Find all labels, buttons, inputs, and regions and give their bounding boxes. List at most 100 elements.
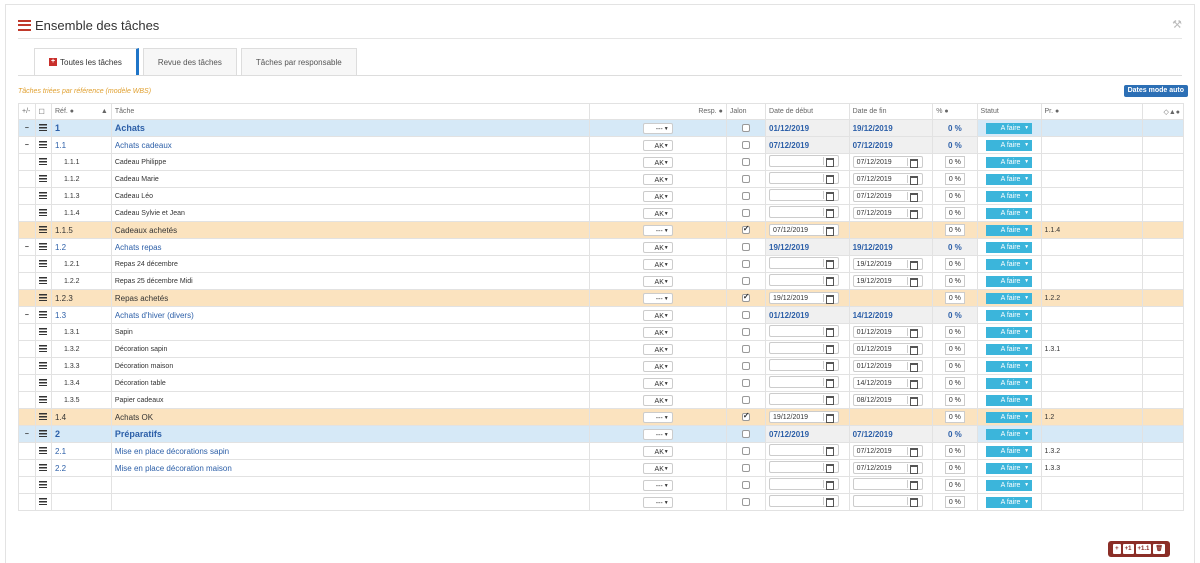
row-details-cell[interactable] <box>34 476 52 494</box>
table-row[interactable]: 1.1.1Cadeau Philippe AK 07/12/2019 0 % A fai… <box>18 153 1185 171</box>
collapse-toggle[interactable] <box>18 323 36 341</box>
status-select[interactable]: A faire <box>986 258 1033 270</box>
table-row[interactable]: −2Préparatifs --- 07/12/2019 07/12/2019 0 % A… <box>18 425 1185 443</box>
row-details-cell[interactable] <box>34 136 52 154</box>
status-select[interactable]: A faire <box>986 496 1033 508</box>
pct-input[interactable]: 0 % <box>944 462 965 474</box>
row-details-icon[interactable] <box>39 225 48 233</box>
resp-select[interactable]: --- <box>642 479 673 492</box>
pct-input[interactable]: 0 % <box>944 411 965 423</box>
resp-select[interactable]: AK <box>642 258 673 271</box>
collapse-toggle[interactable] <box>18 187 36 205</box>
milestone-checkbox[interactable] <box>741 379 750 387</box>
task-name-cell[interactable]: Préparatifs <box>110 425 590 443</box>
col-toggle[interactable]: +/- <box>18 103 36 120</box>
start-date-input[interactable] <box>769 444 840 456</box>
resp-select[interactable]: --- <box>642 122 673 135</box>
end-date-input[interactable]: 08/12/2019 <box>852 394 923 406</box>
row-details-cell[interactable] <box>34 357 52 375</box>
row-details-cell[interactable] <box>34 153 52 171</box>
start-date-input[interactable] <box>769 359 840 371</box>
resp-select[interactable]: AK <box>642 394 673 407</box>
pred-cell[interactable] <box>1040 425 1143 443</box>
collapse-toggle[interactable] <box>18 289 36 307</box>
row-details-icon[interactable] <box>39 191 48 199</box>
row-details-cell[interactable] <box>34 221 52 239</box>
tab-all-tasks[interactable]: + Toutes les tâches <box>34 48 139 75</box>
milestone-checkbox[interactable] <box>741 260 750 268</box>
status-select[interactable]: A faire <box>986 224 1033 236</box>
row-details-icon[interactable] <box>39 242 48 250</box>
pct-input[interactable]: 0 % <box>944 173 965 185</box>
status-select[interactable]: A faire <box>986 360 1033 372</box>
status-select[interactable]: A faire <box>986 326 1033 338</box>
table-row[interactable]: 1.2.3Repas achetés --- 19/12/2019 0 % A fair… <box>18 289 1185 307</box>
start-date-input[interactable]: 07/12/2019 <box>769 224 840 236</box>
task-name-cell[interactable]: Décoration table <box>110 374 590 392</box>
pred-cell[interactable] <box>1040 374 1143 392</box>
collapse-toggle[interactable]: − <box>18 136 36 154</box>
resp-select[interactable]: --- <box>642 428 673 441</box>
row-details-icon[interactable] <box>39 344 48 352</box>
collapse-toggle[interactable] <box>18 357 36 375</box>
col-milestone[interactable]: Jalon <box>725 103 767 120</box>
row-details-icon[interactable] <box>39 293 48 301</box>
resp-select[interactable]: AK <box>642 190 673 203</box>
row-details-icon[interactable] <box>39 463 48 471</box>
end-date-input[interactable]: 01/12/2019 <box>852 326 923 338</box>
milestone-checkbox[interactable] <box>741 396 750 404</box>
start-date-input[interactable] <box>769 257 840 269</box>
pred-cell[interactable]: 1.2.2 <box>1040 289 1143 307</box>
table-row[interactable]: 1.3.5Papier cadeaux AK 08/12/2019 0 % A fair… <box>18 391 1185 409</box>
pred-cell[interactable]: 1.3.3 <box>1040 459 1143 477</box>
table-row[interactable]: 1.1.4Cadeau Sylvie et Jean AK 07/12/2019 0 … <box>18 204 1185 222</box>
pct-input[interactable]: 0 % <box>944 292 965 304</box>
pred-cell[interactable]: 1.2 <box>1040 408 1143 426</box>
end-date-input[interactable]: 19/12/2019 <box>852 275 923 287</box>
row-details-cell[interactable] <box>34 187 52 205</box>
task-name-cell[interactable]: Cadeaux achetés <box>110 221 590 239</box>
status-select[interactable]: A faire <box>986 479 1033 491</box>
collapse-toggle[interactable]: − <box>18 306 36 324</box>
task-name-cell[interactable]: Cadeau Philippe <box>110 153 590 171</box>
pred-cell[interactable] <box>1040 187 1143 205</box>
resp-select[interactable]: AK <box>642 343 673 356</box>
pred-cell[interactable] <box>1040 476 1143 494</box>
start-date-input[interactable] <box>769 274 840 286</box>
col-end[interactable]: Date de fin <box>848 103 934 120</box>
collapse-toggle[interactable] <box>18 153 36 171</box>
pct-input[interactable]: 0 % <box>944 224 965 236</box>
resp-select[interactable]: AK <box>642 445 673 458</box>
pred-cell[interactable] <box>1040 153 1143 171</box>
task-name-cell[interactable]: Repas achetés <box>110 289 590 307</box>
pred-cell[interactable] <box>1040 170 1143 188</box>
col-resp[interactable]: Resp. ● <box>588 103 727 120</box>
pct-input[interactable]: 0 % <box>944 258 965 270</box>
start-date-input[interactable] <box>769 325 840 337</box>
end-date-input[interactable]: 07/12/2019 <box>852 445 923 457</box>
table-row[interactable]: 1.3.1Sapin AK 01/12/2019 0 % A faire <box>18 323 1185 341</box>
milestone-checkbox[interactable] <box>741 447 750 455</box>
collapse-toggle[interactable]: − <box>18 425 36 443</box>
col-start[interactable]: Date de début <box>765 103 850 120</box>
row-details-cell[interactable] <box>34 306 52 324</box>
collapse-toggle[interactable] <box>18 391 36 409</box>
milestone-checkbox[interactable] <box>741 141 750 149</box>
status-select[interactable]: A faire <box>986 309 1033 321</box>
row-details-cell[interactable] <box>34 425 52 443</box>
task-name-cell[interactable]: Décoration sapin <box>110 340 590 358</box>
task-name-cell[interactable]: Papier cadeaux <box>110 391 590 409</box>
start-date-input[interactable]: 19/12/2019 <box>769 292 840 304</box>
resp-select[interactable]: AK <box>642 275 673 288</box>
milestone-checkbox[interactable] <box>741 192 750 200</box>
pred-cell[interactable]: 1.3.1 <box>1040 340 1143 358</box>
end-date-input[interactable]: 19/12/2019 <box>852 258 923 270</box>
pred-cell[interactable] <box>1040 493 1143 511</box>
row-details-icon[interactable] <box>39 140 48 148</box>
start-date-input[interactable] <box>769 155 840 167</box>
task-name-cell[interactable]: Achats d'hiver (divers) <box>110 306 590 324</box>
start-date-input[interactable] <box>769 478 840 490</box>
collapse-toggle[interactable] <box>18 476 36 494</box>
resp-select[interactable]: --- <box>642 496 673 509</box>
row-details-icon[interactable] <box>39 310 48 318</box>
